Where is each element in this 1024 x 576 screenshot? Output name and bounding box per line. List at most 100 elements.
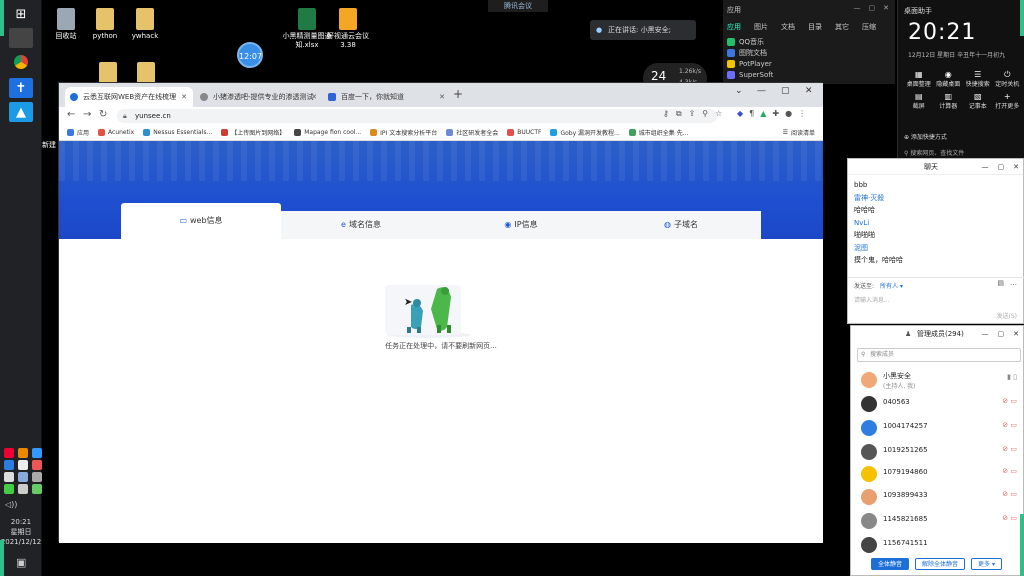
- member-row[interactable]: 1019251265 ⊘ ▭: [859, 441, 1019, 463]
- close-tab-icon[interactable]: ✕: [439, 87, 445, 107]
- bookmark-item[interactable]: Nessus Essentials...: [143, 129, 212, 136]
- minimize-icon[interactable]: —: [982, 326, 989, 342]
- zoom-icon[interactable]: ⚲: [702, 109, 708, 119]
- file-explorer-icon[interactable]: [9, 28, 33, 48]
- member-row[interactable]: 小黑安全 (主持人, 我) ▮ ▯: [859, 369, 1019, 391]
- shortcut-quick-search[interactable]: ☰ 快捷搜索: [963, 70, 993, 88]
- mic-muted-icon[interactable]: ⊘ ▭: [1002, 514, 1017, 522]
- tab-folders[interactable]: 目录: [808, 22, 822, 32]
- tab-ip-info[interactable]: ◉ IP信息: [441, 211, 601, 239]
- bookmark-apps[interactable]: 应用: [67, 128, 89, 137]
- shortcut-hide-desktop[interactable]: ◉ 隐藏桌面: [934, 70, 964, 88]
- tab-search-icon[interactable]: ⌄: [735, 86, 743, 96]
- mic-muted-icon[interactable]: ⊘ ▭: [1002, 421, 1017, 429]
- close-icon[interactable]: ✕: [883, 4, 889, 12]
- shortcut-open-more[interactable]: + 打开更多: [993, 92, 1023, 110]
- mic-muted-icon[interactable]: ⊘ ▭: [1002, 397, 1017, 405]
- maximize-icon[interactable]: ▢: [998, 326, 1005, 342]
- mute-all-button[interactable]: 全体静音: [871, 558, 910, 570]
- tab-domain-info[interactable]: e 域名信息: [281, 211, 441, 239]
- mic-muted-icon[interactable]: ⊘ ▭: [1002, 467, 1017, 475]
- notification-icon[interactable]: ▣: [16, 556, 26, 569]
- chrome-icon[interactable]: [9, 52, 33, 72]
- bookmark-star-icon[interactable]: ☆: [715, 109, 722, 119]
- menu-icon[interactable]: ⋮: [798, 109, 806, 118]
- close-icon[interactable]: ✕: [1013, 159, 1019, 175]
- assistant-search[interactable]: ⚲ 搜索网页、查找文件: [904, 148, 964, 157]
- close-window-icon[interactable]: ✕: [805, 86, 813, 96]
- tab-web-info[interactable]: ▭ web信息: [121, 203, 281, 239]
- shortcut-notepad[interactable]: ▧ 记事本: [963, 92, 993, 110]
- key-icon[interactable]: ⚷: [663, 109, 669, 119]
- app-item[interactable]: SuperSoft: [727, 69, 773, 80]
- more-button[interactable]: 更多 ▾: [971, 558, 1002, 570]
- tab-images[interactable]: 图片: [754, 22, 768, 32]
- minimize-icon[interactable]: —: [854, 4, 861, 12]
- tab-archives[interactable]: 压缩: [862, 22, 876, 32]
- recipient-select[interactable]: 所有人 ▾: [880, 283, 903, 290]
- maximize-icon[interactable]: ▢: [869, 4, 876, 12]
- browser-tab-baidu[interactable]: 百度一下，你就知道 ✕: [323, 87, 451, 107]
- meeting-status-bar[interactable]: 腾讯会议: [488, 0, 548, 12]
- close-tab-icon[interactable]: ✕: [311, 87, 317, 107]
- profile-icon[interactable]: ●: [785, 109, 792, 118]
- taskbar-clock[interactable]: 20:21 星期日 2021/12/12: [0, 517, 42, 547]
- unmute-all-button[interactable]: 解除全体静音: [915, 558, 966, 570]
- member-row[interactable]: 1145821685 ⊘ ▭: [859, 510, 1019, 532]
- member-row[interactable]: 1079194860 ⊘ ▭: [859, 463, 1019, 485]
- paragraph-extension-icon[interactable]: ¶: [749, 109, 754, 118]
- ywhack-folder-icon[interactable]: ywhack: [117, 8, 173, 41]
- share-icon[interactable]: ⇪: [689, 109, 696, 119]
- shortcut-calculator[interactable]: ▥ 计算器: [934, 92, 964, 110]
- add-shortcut-link[interactable]: ⊕ 添加快捷方式: [904, 132, 947, 141]
- send-button[interactable]: 发送(S): [997, 311, 1018, 320]
- bookmark-item[interactable]: Goby 漏洞开发教程...: [550, 128, 620, 137]
- more-icon[interactable]: …: [1010, 279, 1017, 287]
- puzzle-icon[interactable]: ✚: [772, 109, 779, 118]
- mic-muted-icon[interactable]: ⊘ ▭: [1002, 490, 1017, 498]
- shortcut-screenshot[interactable]: ▤ 截屏: [904, 92, 934, 110]
- maximize-icon[interactable]: ▢: [998, 159, 1005, 175]
- close-icon[interactable]: ✕: [1013, 326, 1019, 342]
- shortcut-desktop-organize[interactable]: ▦ 桌面整理: [904, 70, 934, 88]
- app-item[interactable]: QQ音乐: [727, 36, 773, 47]
- bookmark-item[interactable]: BUUCTF: [507, 129, 541, 136]
- mic-icon[interactable]: ▮ ▯: [1007, 373, 1017, 381]
- app-item[interactable]: 图院文档: [727, 47, 773, 58]
- minimize-icon[interactable]: —: [757, 86, 766, 96]
- meeting-app-icon[interactable]: ▲: [9, 102, 33, 122]
- tab-other[interactable]: 其它: [835, 22, 849, 32]
- browser-tab-xiaozhu[interactable]: 小猪渗透吧-提供专业的渗透测试 ✕: [195, 87, 323, 107]
- extension-icon[interactable]: ◆: [737, 109, 743, 118]
- bookmark-item[interactable]: 【上传图片到网络】: [221, 128, 285, 137]
- translate-icon[interactable]: ⧉: [676, 109, 682, 119]
- back-icon[interactable]: ←: [67, 109, 75, 120]
- shortcut-timed-shutdown[interactable]: ⏻ 定时关机: [993, 70, 1023, 88]
- chat-input[interactable]: 请输入消息...: [854, 295, 890, 304]
- member-row[interactable]: 1156741511: [859, 534, 1019, 556]
- maximize-icon[interactable]: ▢: [781, 86, 790, 96]
- new-tab-button[interactable]: +: [453, 87, 463, 101]
- reload-icon[interactable]: ↻: [99, 109, 107, 120]
- recording-badge[interactable]: 12:07: [237, 42, 263, 68]
- mic-muted-icon[interactable]: ⊘ ▭: [1002, 445, 1017, 453]
- haoshitong-icon[interactable]: 好视通云会议 3.38: [320, 8, 376, 50]
- tab-apps[interactable]: 应用: [727, 22, 741, 32]
- member-row[interactable]: 1004174257 ⊘ ▭: [859, 417, 1019, 439]
- bookmark-item[interactable]: IPI 文本搜索分析平台: [370, 128, 437, 137]
- pin-app-icon[interactable]: ✝: [9, 78, 33, 98]
- tab-docs[interactable]: 文档: [781, 22, 795, 32]
- bookmark-item[interactable]: Mapage fion cool...: [294, 129, 361, 136]
- volume-icon[interactable]: ◁)): [5, 500, 17, 509]
- app-item[interactable]: PotPlayer: [727, 58, 773, 69]
- bookmark-item[interactable]: Acunetix: [98, 129, 134, 136]
- member-row[interactable]: 040563 ⊘ ▭: [859, 393, 1019, 415]
- tab-subdomain[interactable]: ◍ 子域名: [601, 211, 761, 239]
- forward-icon[interactable]: →: [83, 109, 91, 120]
- close-tab-icon[interactable]: ✕: [181, 87, 187, 107]
- browser-tab-yunsee[interactable]: 云悉互联网WEB资产在线梳理 ✕: [65, 87, 193, 107]
- address-bar[interactable]: 🔒︎ yunsee.cn: [117, 109, 717, 123]
- reading-list[interactable]: ☰ 阅读清单: [783, 128, 815, 137]
- member-search-input[interactable]: ⚲ 搜索成员: [857, 348, 1021, 362]
- member-row[interactable]: 1093899433 ⊘ ▭: [859, 486, 1019, 508]
